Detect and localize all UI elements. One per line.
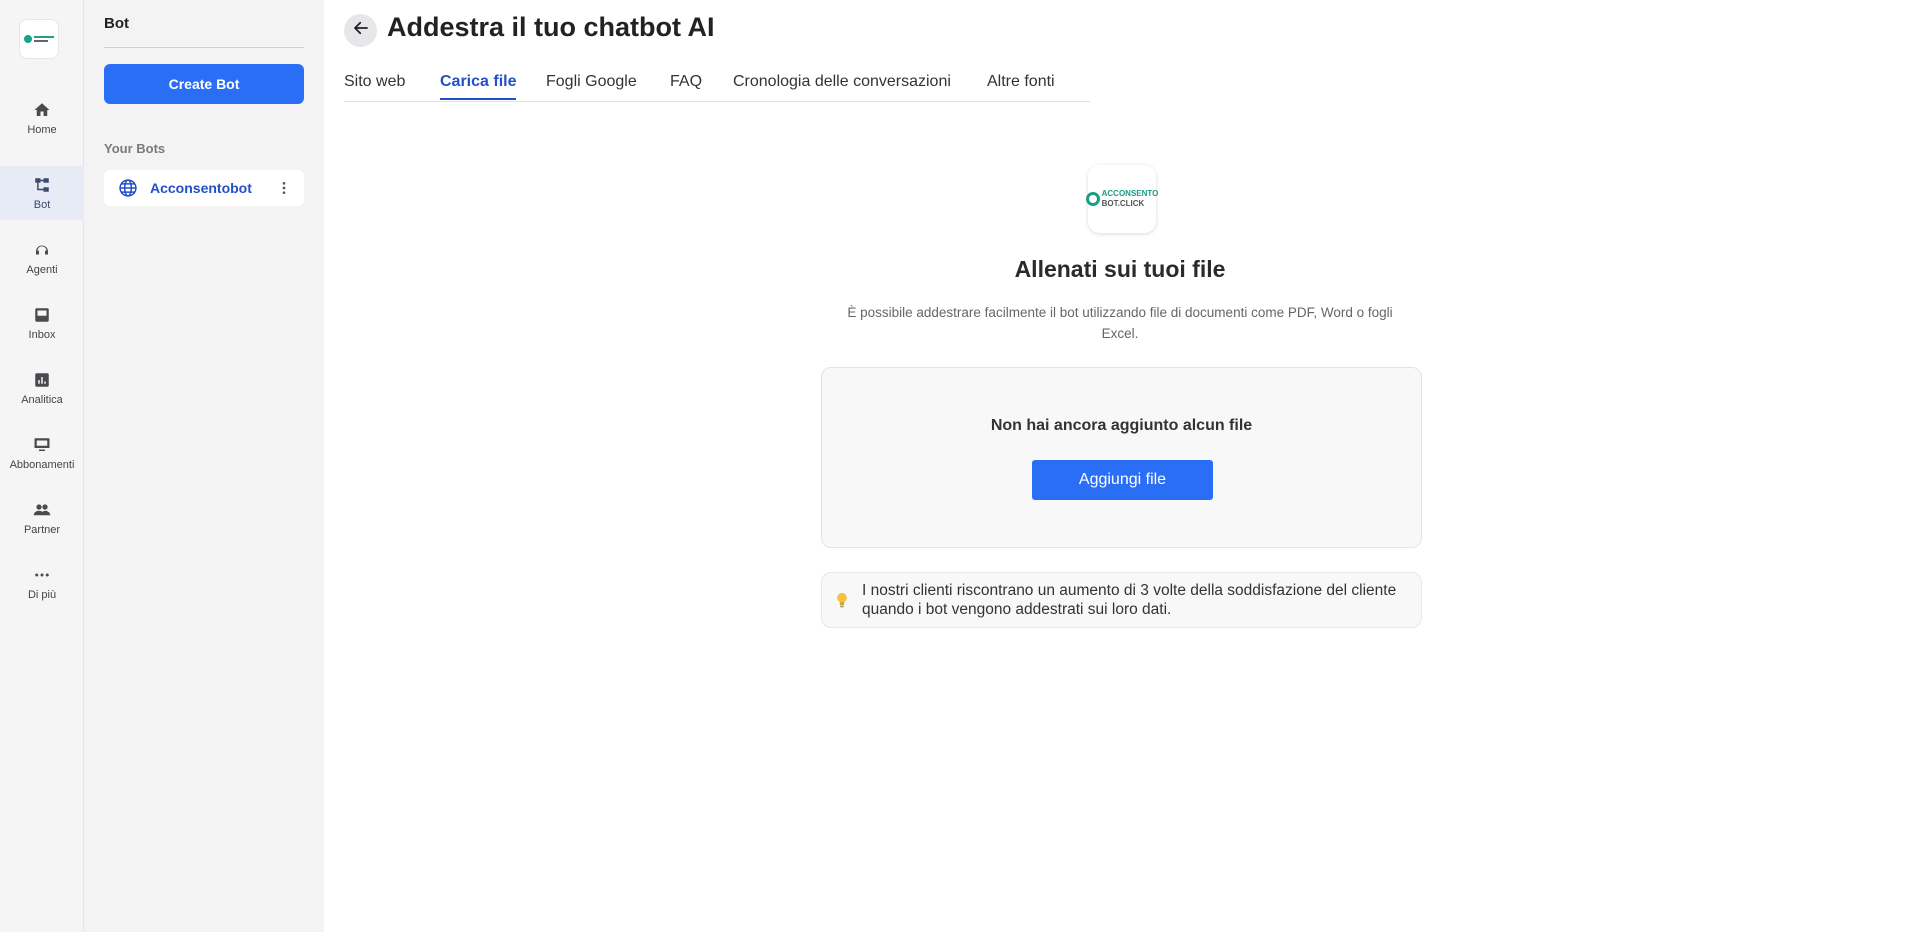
bot-logo: ACCONSENTO BOT.CLICK <box>1085 165 1159 233</box>
tab-altre-fonti[interactable]: Altre fonti <box>987 73 1055 91</box>
inbox-icon <box>32 305 52 325</box>
sidebar-title: Bot <box>104 15 129 32</box>
brand-logo[interactable] <box>19 19 59 59</box>
bot-tree-icon <box>32 175 52 195</box>
lightbulb-icon <box>834 592 850 608</box>
back-button[interactable] <box>344 14 377 47</box>
create-bot-button[interactable]: Create Bot <box>104 64 304 104</box>
partner-people-icon <box>32 500 52 520</box>
rail-item-label: Home <box>27 124 57 136</box>
rail-item-label: Partner <box>23 524 61 536</box>
tab-sito-web[interactable]: Sito web <box>344 73 405 91</box>
rail-item-label: Di più <box>27 589 57 601</box>
empty-state-message: Non hai ancora aggiunto alcun file <box>990 417 1253 434</box>
rail-item-home[interactable]: Home <box>0 91 84 145</box>
source-tabs: Sito web Carica file Fogli Google FAQ Cr… <box>344 70 1090 102</box>
tab-fogli-google[interactable]: Fogli Google <box>546 73 637 91</box>
rail-item-label: Analitica <box>21 394 63 406</box>
tab-faq[interactable]: FAQ <box>670 73 702 91</box>
kebab-menu-icon[interactable] <box>272 176 296 200</box>
analytics-icon <box>32 370 52 390</box>
arrow-left-icon <box>352 19 370 42</box>
rail-item-label: Inbox <box>28 329 56 341</box>
nav-rail: Home Bot Agenti Inbox Analitica Abboname… <box>0 0 84 932</box>
rail-item-label: Agenti <box>26 264 58 276</box>
tip-banner: I nostri clienti riscontrano un aumento … <box>821 572 1422 628</box>
logo-text-line1: ACCONSENTO <box>1101 189 1159 198</box>
section-description: È possibile addestrare facilmente il bot… <box>847 305 1393 341</box>
rail-item-label: Abbonamenti <box>9 459 75 471</box>
rail-item-di-piu[interactable]: Di più <box>0 556 84 610</box>
tab-cronologia[interactable]: Cronologia delle conversazioni <box>733 73 951 91</box>
your-bots-label: Your Bots <box>104 141 166 156</box>
bot-sidebar: Bot Create Bot Your Bots Acconsentobot <box>84 0 324 932</box>
bot-name: Acconsentobot <box>150 180 252 196</box>
page-title: Addestra il tuo chatbot AI <box>387 12 715 42</box>
sidebar-divider <box>104 47 304 48</box>
rail-item-agenti[interactable]: Agenti <box>0 231 84 285</box>
home-icon <box>32 100 52 120</box>
tip-text: I nostri clienti riscontrano un aumento … <box>862 582 1397 618</box>
bot-list-item[interactable]: Acconsentobot <box>104 170 304 206</box>
rail-item-abbonamenti[interactable]: Abbonamenti <box>0 426 84 480</box>
rail-item-bot[interactable]: Bot <box>0 166 84 220</box>
file-drop-area[interactable]: Non hai ancora aggiunto alcun file Aggiu… <box>821 367 1422 548</box>
logo-text-line2: BOT.CLICK <box>1101 199 1145 208</box>
rail-item-label: Bot <box>33 199 51 211</box>
more-dots-icon <box>32 565 52 585</box>
rail-item-partner[interactable]: Partner <box>0 491 84 545</box>
add-file-button[interactable]: Aggiungi file <box>1032 460 1213 500</box>
agent-headset-icon <box>32 240 52 260</box>
subscriptions-icon <box>32 435 52 455</box>
section-title: Allenati sui tuoi file <box>1014 256 1226 282</box>
rail-item-analitica[interactable]: Analitica <box>0 361 84 415</box>
globe-icon <box>118 178 138 198</box>
tab-carica-file[interactable]: Carica file <box>440 73 517 100</box>
rail-item-inbox[interactable]: Inbox <box>0 296 84 350</box>
